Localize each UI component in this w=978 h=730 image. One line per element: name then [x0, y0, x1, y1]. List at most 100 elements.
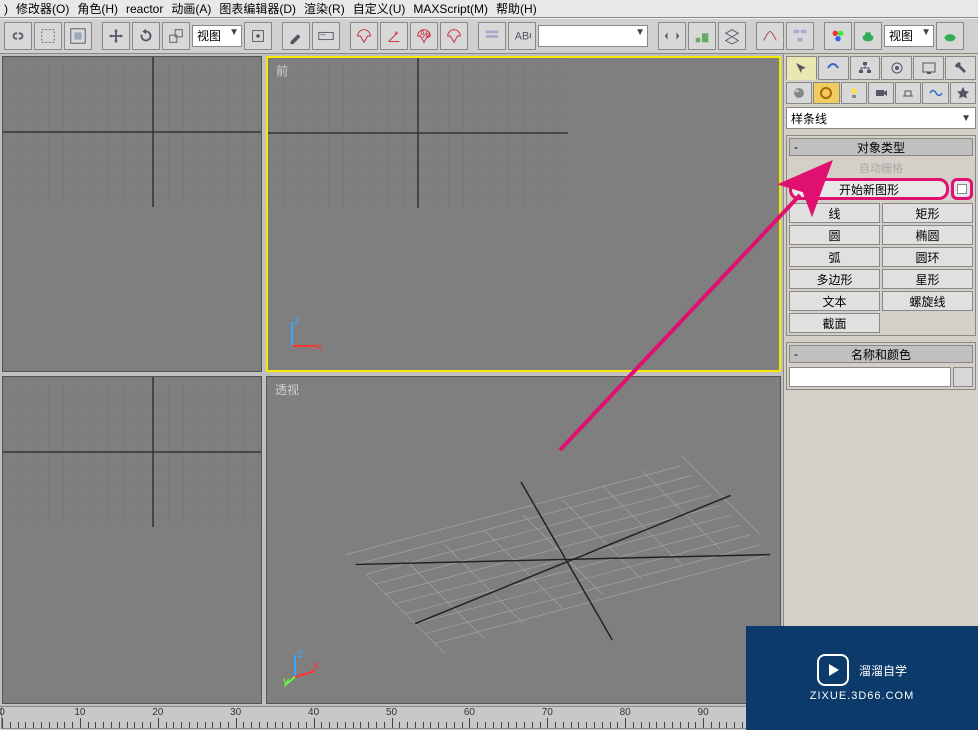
- btn-rectangle[interactable]: 矩形: [882, 203, 973, 223]
- btn-line[interactable]: 线: [789, 203, 880, 223]
- mirror-icon: [663, 27, 681, 45]
- snap-percent-icon: %: [415, 27, 433, 45]
- viewport-front[interactable]: 前 z x: [266, 56, 781, 372]
- btn-donut[interactable]: 圆环: [882, 247, 973, 267]
- sphere-icon: [792, 86, 806, 100]
- btn-ellipse[interactable]: 椭圆: [882, 225, 973, 245]
- rollout-header[interactable]: - 对象类型: [789, 138, 973, 156]
- svg-text:%: %: [420, 29, 430, 41]
- material-icon: [829, 27, 847, 45]
- btn-text[interactable]: 文本: [789, 291, 880, 311]
- menu-item[interactable]: 角色(H): [77, 0, 118, 17]
- object-name-input[interactable]: [789, 367, 951, 387]
- rotate-button[interactable]: [132, 22, 160, 50]
- tab-hierarchy[interactable]: [850, 56, 881, 80]
- watermark-url: ZIXUE.3D66.COM: [810, 690, 914, 702]
- start-new-shape-button[interactable]: 开始新图形: [789, 178, 949, 200]
- align-icon: [693, 27, 711, 45]
- tab-create[interactable]: [786, 56, 817, 80]
- ref-coord-dropdown[interactable]: 视图: [192, 25, 242, 47]
- keyboard-button[interactable]: [312, 22, 340, 50]
- sub-systems[interactable]: [950, 82, 976, 104]
- abc-button[interactable]: ABC: [508, 22, 536, 50]
- object-type-dropdown[interactable]: 样条线: [786, 107, 976, 129]
- align-button[interactable]: [688, 22, 716, 50]
- menu-item[interactable]: 动画(A): [171, 0, 211, 17]
- menu-item[interactable]: reactor: [126, 2, 163, 16]
- menu-item[interactable]: 渲染(R): [304, 0, 345, 17]
- center-pivot-button[interactable]: [244, 22, 272, 50]
- scale-button[interactable]: [162, 22, 190, 50]
- named-selection-dropdown[interactable]: [538, 25, 648, 47]
- btn-star[interactable]: 星形: [882, 269, 973, 289]
- menu-item[interactable]: 自定义(U): [353, 0, 406, 17]
- hierarchy-icon: [858, 61, 872, 75]
- camera-icon: [874, 86, 888, 100]
- sub-shapes[interactable]: [813, 82, 839, 104]
- curve-editor-button[interactable]: [756, 22, 784, 50]
- start-new-shape-checkbox[interactable]: [951, 178, 973, 200]
- sub-cameras[interactable]: [868, 82, 894, 104]
- btn-helix[interactable]: 螺旋线: [882, 291, 973, 311]
- sub-spacewarps[interactable]: [922, 82, 948, 104]
- snap-spinner-button[interactable]: [440, 22, 468, 50]
- viewport-bottom-left[interactable]: [2, 376, 262, 704]
- tab-modify[interactable]: [818, 56, 849, 80]
- object-color-swatch[interactable]: [953, 367, 973, 387]
- tab-display[interactable]: [913, 56, 944, 80]
- axis-gizmo-icon: z x: [284, 314, 324, 354]
- viewport-label: 前: [276, 62, 288, 79]
- menu-item[interactable]: MAXScript(M): [413, 2, 488, 16]
- perspective-grid-icon: [267, 377, 780, 693]
- hammer-icon: [954, 61, 968, 75]
- rollout-header[interactable]: - 名称和颜色: [789, 345, 973, 363]
- named-sel-button[interactable]: [478, 22, 506, 50]
- tab-motion[interactable]: [881, 56, 912, 80]
- svg-text:z: z: [294, 314, 300, 327]
- select-manipulate-button[interactable]: [282, 22, 310, 50]
- render-setup-button[interactable]: [854, 22, 882, 50]
- btn-circle[interactable]: 圆: [789, 225, 880, 245]
- time-slider[interactable]: 0102030405060708090100: [0, 706, 783, 730]
- select-all-icon: [69, 27, 87, 45]
- ruler-track[interactable]: 0102030405060708090100: [1, 706, 782, 729]
- link-button[interactable]: [4, 22, 32, 50]
- snap-angle-icon: °: [385, 27, 403, 45]
- sub-geometry[interactable]: [786, 82, 812, 104]
- play-icon: [817, 654, 849, 686]
- viewport-workspace: 前 z x 透视: [0, 54, 783, 706]
- named-icon: [483, 27, 501, 45]
- svg-text:°: °: [394, 31, 398, 43]
- viewport-perspective[interactable]: 透视: [266, 376, 781, 704]
- menu-item[interactable]: 修改器(O): [16, 0, 69, 17]
- btn-arc[interactable]: 弧: [789, 247, 880, 267]
- star-icon: [956, 86, 970, 100]
- material-button[interactable]: [824, 22, 852, 50]
- viewport-top-left[interactable]: [2, 56, 262, 372]
- move-button[interactable]: [102, 22, 130, 50]
- btn-section[interactable]: 截面: [789, 313, 880, 333]
- link-icon: [9, 27, 27, 45]
- tab-utilities[interactable]: [945, 56, 976, 80]
- rotate-icon: [137, 27, 155, 45]
- snap-angle-button[interactable]: °: [380, 22, 408, 50]
- snap-3d-button[interactable]: [350, 22, 378, 50]
- mirror-button[interactable]: [658, 22, 686, 50]
- sub-lights[interactable]: [841, 82, 867, 104]
- select-button[interactable]: [34, 22, 62, 50]
- schematic-button[interactable]: [786, 22, 814, 50]
- layer-button[interactable]: [718, 22, 746, 50]
- select-all-button[interactable]: [64, 22, 92, 50]
- btn-ngon[interactable]: 多边形: [789, 269, 880, 289]
- snap-percent-button[interactable]: %: [410, 22, 438, 50]
- menu-item[interactable]: 帮助(H): [496, 0, 537, 17]
- axis-gizmo-icon: z x y: [283, 647, 323, 687]
- quick-render-button[interactable]: [936, 22, 964, 50]
- teapot-icon: [859, 27, 877, 45]
- view-dropdown-2[interactable]: 视图: [884, 25, 934, 47]
- svg-text:x: x: [316, 339, 322, 353]
- sub-helpers[interactable]: [895, 82, 921, 104]
- curve-icon: [761, 27, 779, 45]
- menu-item[interactable]: 图表编辑器(D): [219, 0, 296, 17]
- grid-icon: [3, 377, 262, 527]
